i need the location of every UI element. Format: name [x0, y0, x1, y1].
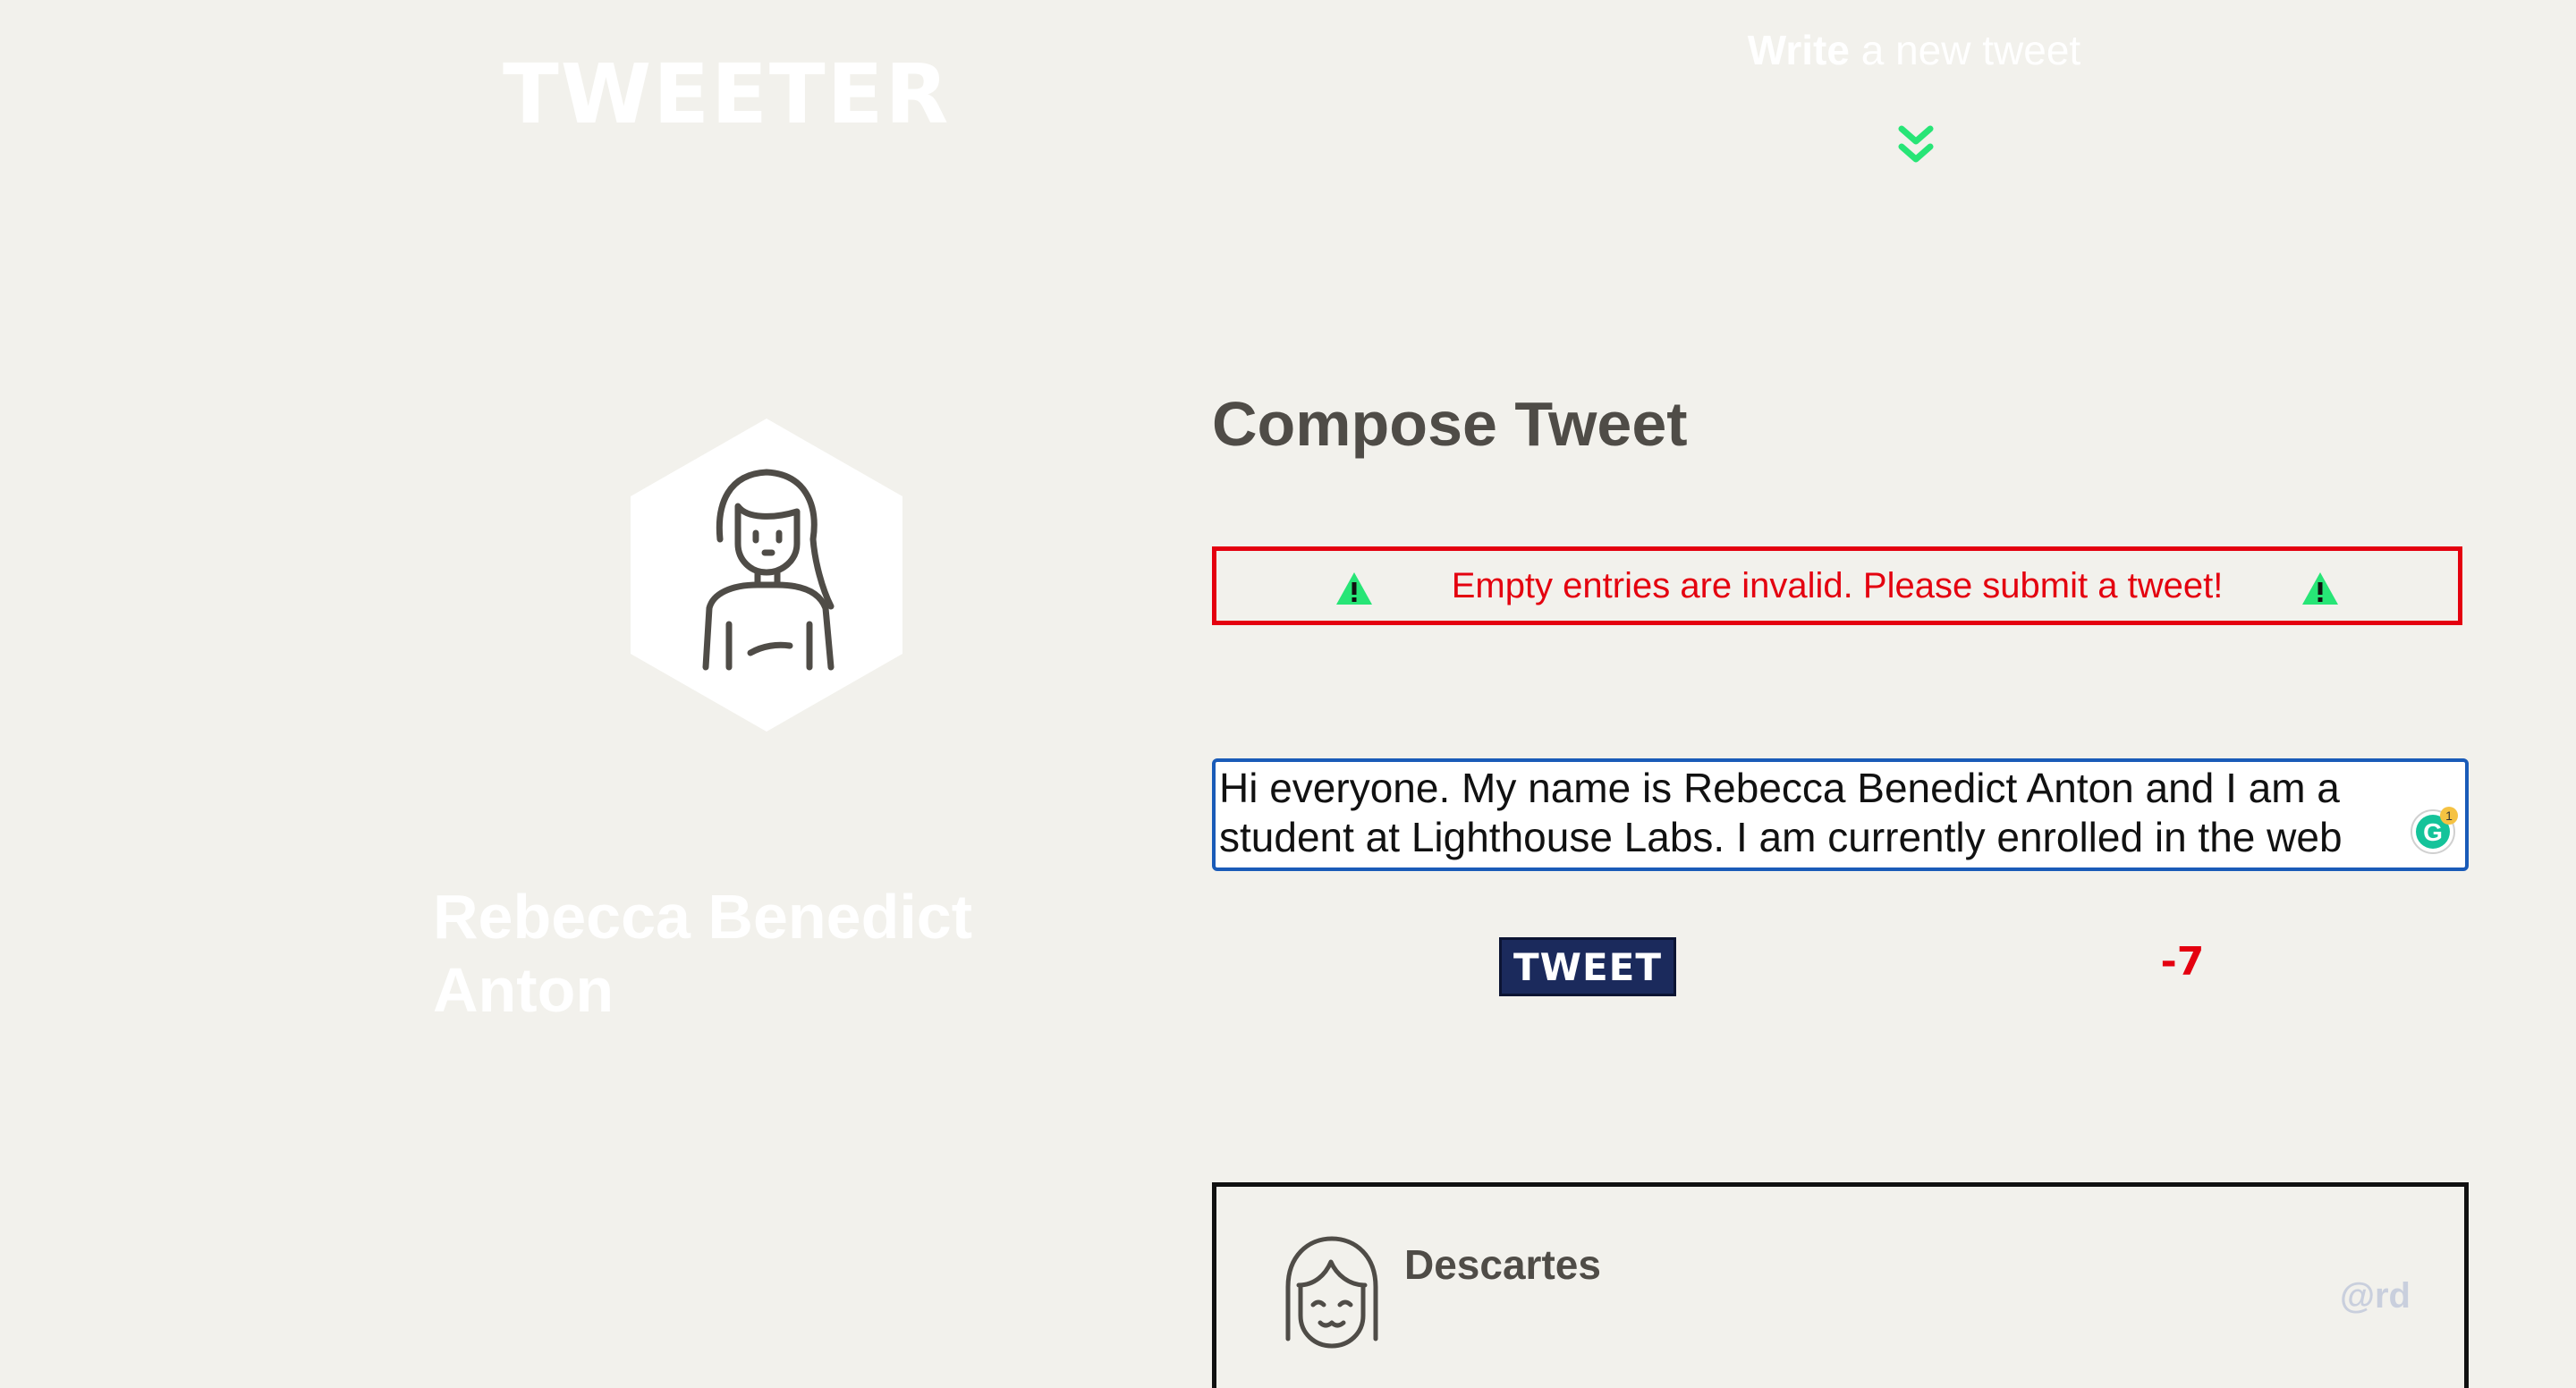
character-counter: -7 — [2160, 939, 2205, 985]
tweet-submit-button[interactable]: TWEET — [1499, 937, 1676, 996]
profile-name: Rebecca Benedict Anton — [433, 882, 973, 1025]
write-new-tweet-link[interactable]: Write a new tweet — [1735, 23, 2093, 77]
double-chevron-down-icon[interactable] — [1896, 123, 1936, 166]
tweet-author-handle: @rd — [2339, 1276, 2411, 1316]
error-message-box: Empty entries are invalid. Please submit… — [1212, 546, 2462, 625]
svg-text:G: G — [2423, 818, 2443, 846]
grammarly-badge-count: 1 — [2445, 808, 2453, 823]
tweet-textarea[interactable]: Hi everyone. My name is Rebecca Benedict… — [1212, 758, 2469, 871]
grammarly-icon[interactable]: G 1 — [2410, 805, 2460, 855]
page: TWEETER Write a new tweet Rebecca Benedi… — [0, 0, 2576, 1388]
write-new-tweet-bold: Write — [1747, 27, 1850, 73]
write-new-tweet-text: a new tweet — [1849, 27, 2081, 73]
warning-triangle-icon — [1336, 572, 1372, 605]
tweet-card: Descartes @rd — [1212, 1182, 2469, 1388]
girl-face-avatar-icon — [1285, 1236, 1378, 1349]
brand-logo: TWEETER — [503, 47, 951, 142]
warning-triangle-icon — [2302, 572, 2338, 605]
error-message-text: Empty entries are invalid. Please submit… — [1451, 565, 2224, 605]
woman-avatar-icon — [631, 419, 902, 732]
tweet-author-name: Descartes — [1404, 1241, 1601, 1288]
compose-title: Compose Tweet — [1212, 389, 1688, 459]
